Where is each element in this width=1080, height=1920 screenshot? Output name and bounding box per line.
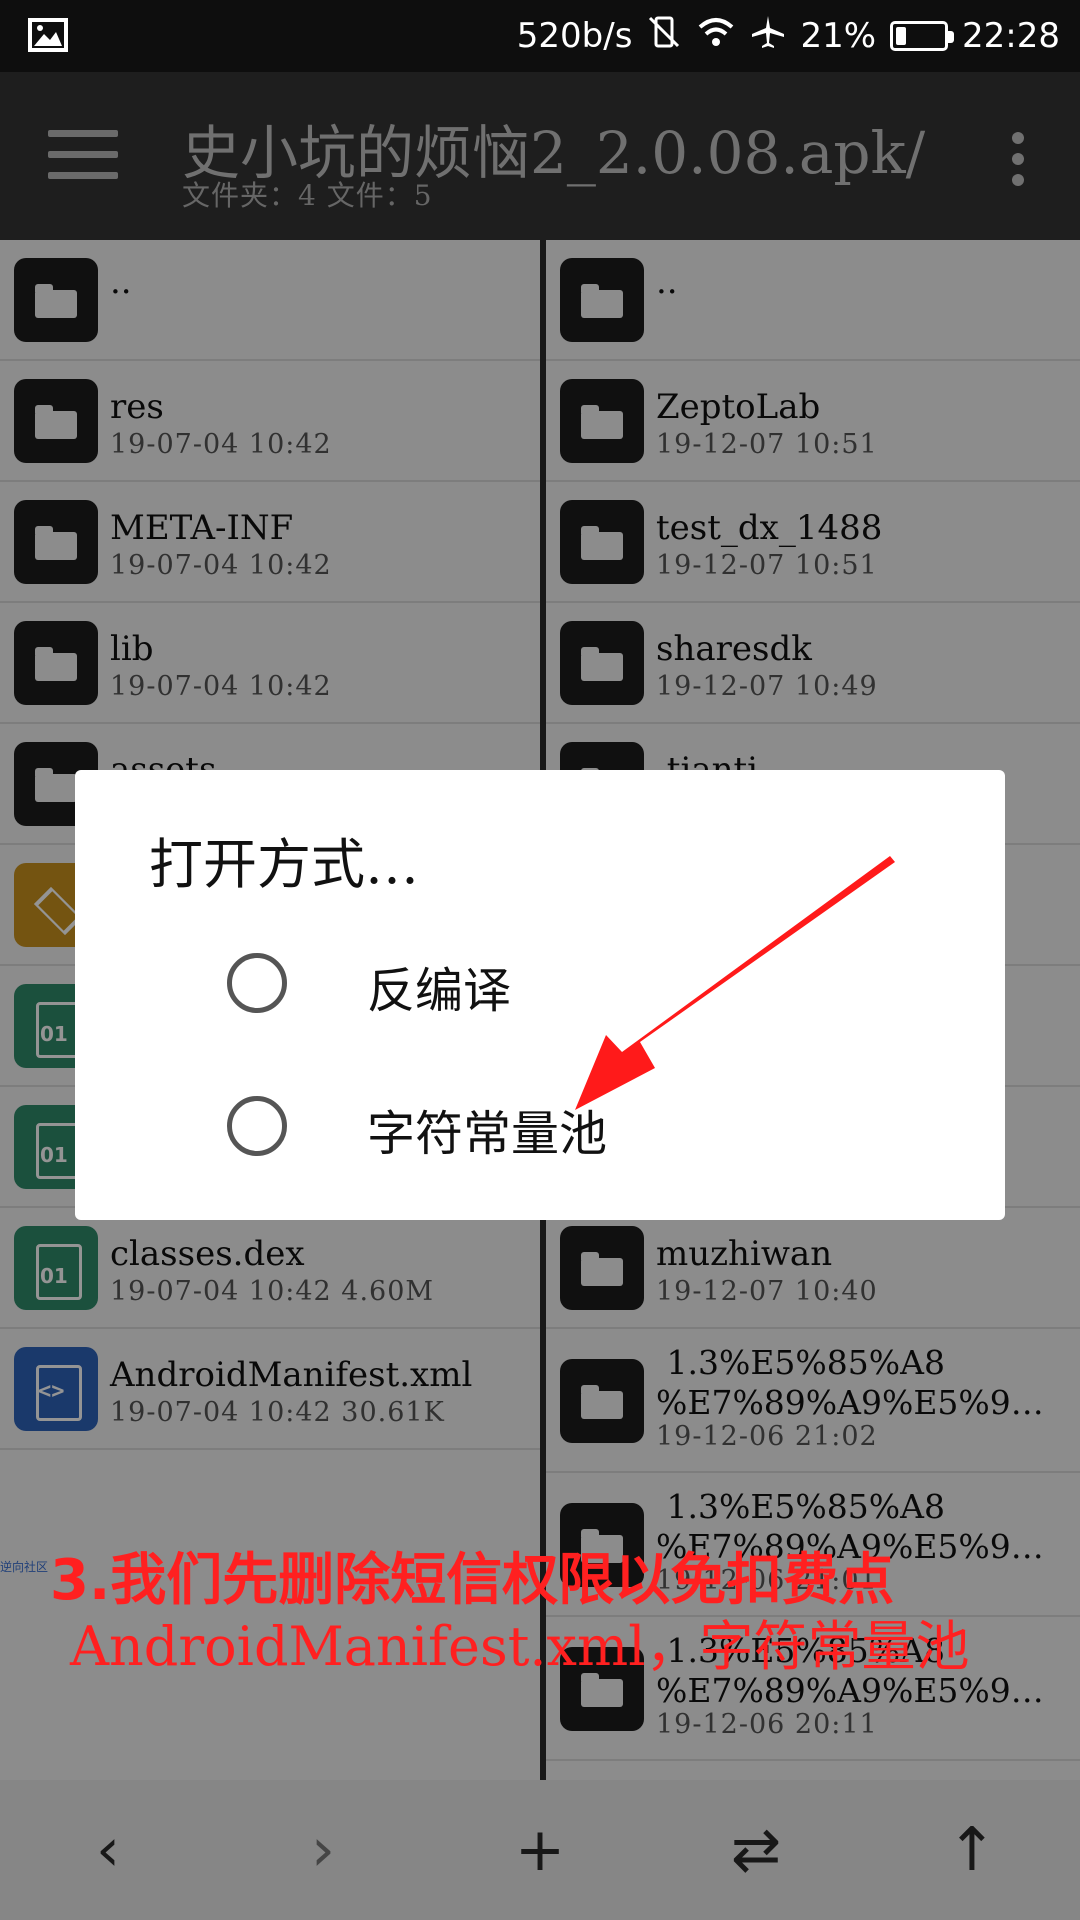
wifi-icon xyxy=(696,15,736,58)
more-options-icon[interactable] xyxy=(1012,132,1024,195)
annotation-line-2: AndroidManifest.xml，字符常量池 xyxy=(70,1615,970,1678)
folder-file-count: 文件夹：4 文件：5 xyxy=(182,179,433,212)
radio-button[interactable] xyxy=(227,953,287,1013)
battery-icon xyxy=(890,21,955,51)
option-label: 反编译 xyxy=(367,963,512,1019)
gallery-notification-icon xyxy=(28,18,68,61)
clock: 22:28 xyxy=(962,16,1060,56)
open-with-dialog: 打开方式… 反编译 字符常量池 xyxy=(75,770,1005,1220)
airplane-mode-icon xyxy=(750,14,786,59)
dialog-title: 打开方式… xyxy=(149,833,419,896)
status-bar: 520b/s 21% 22:28 xyxy=(0,0,1080,72)
option-decompile[interactable]: 反编译 xyxy=(149,925,929,1035)
network-speed: 520b/s xyxy=(516,16,633,56)
option-string-pool[interactable]: 字符常量池 xyxy=(149,1068,929,1178)
bottom-scrim xyxy=(0,1780,1080,1920)
radio-button[interactable] xyxy=(227,1096,287,1156)
battery-percent: 21% xyxy=(800,16,877,56)
menu-icon[interactable] xyxy=(48,130,118,180)
option-label: 字符常量池 xyxy=(367,1106,608,1162)
app-toolbar: 史小坑的烦恼2_2.0.08.apk/ 文件夹：4 文件：5 xyxy=(0,72,1080,240)
bottom-toolbar: ‹ › + ⇄ ↑ xyxy=(0,1780,1080,1920)
vibrate-off-icon xyxy=(646,14,682,59)
